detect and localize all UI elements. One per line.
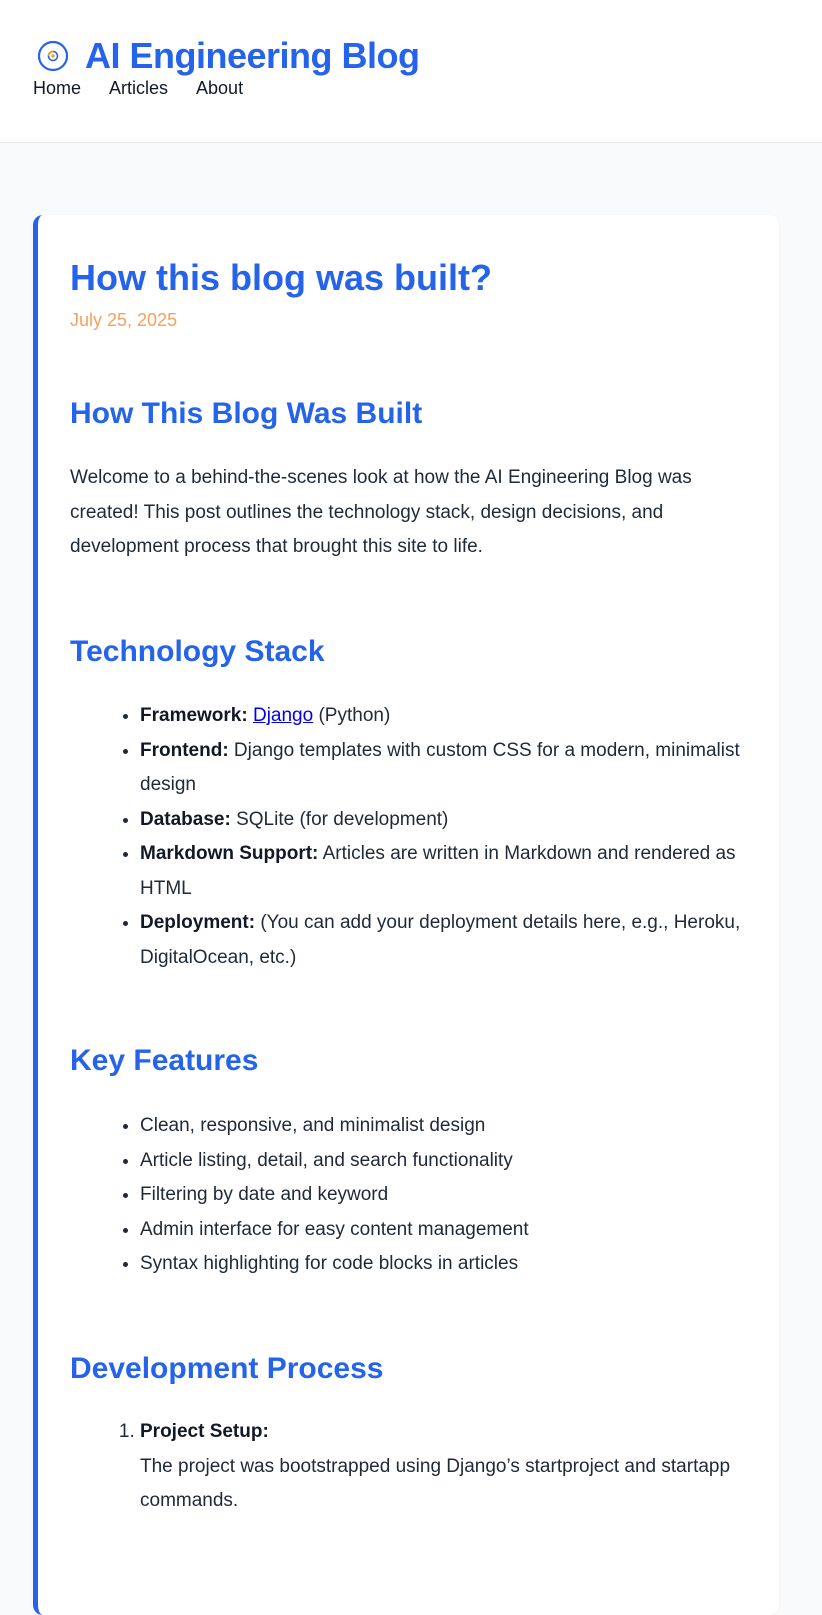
article-card: How this blog was built? July 25, 2025 H… bbox=[33, 215, 779, 1615]
item-label: Project Setup: bbox=[140, 1421, 269, 1442]
blog-logo-icon bbox=[37, 40, 69, 72]
main-nav: Home Articles About bbox=[33, 77, 271, 99]
list-item: Clean, responsive, and minimalist design bbox=[140, 1109, 750, 1144]
nav-link-articles[interactable]: Articles bbox=[109, 77, 168, 99]
tech-stack-list: Framework: Django (Python) Frontend: Dja… bbox=[70, 699, 750, 975]
list-item: Frontend: Django templates with custom C… bbox=[140, 734, 750, 803]
intro-paragraph: Welcome to a behind-the-scenes look at h… bbox=[70, 467, 692, 557]
list-item: Deployment: (You can add your deployment… bbox=[140, 906, 750, 975]
site-header: AI Engineering Blog Home Articles About bbox=[0, 0, 822, 143]
django-link[interactable]: Django bbox=[253, 705, 313, 726]
list-item: Markdown Support: Articles are written i… bbox=[140, 837, 750, 906]
article-title: How this blog was built? bbox=[70, 257, 492, 298]
nav-link-home[interactable]: Home bbox=[33, 77, 81, 99]
item-text: (Python) bbox=[313, 705, 391, 726]
nav-link-about[interactable]: About bbox=[196, 77, 243, 99]
item-text: SQLite (for development) bbox=[230, 808, 449, 830]
brand[interactable]: AI Engineering Blog bbox=[36, 36, 420, 76]
item-label: Deployment: bbox=[140, 912, 256, 933]
article-date: July 25, 2025 bbox=[70, 310, 178, 330]
item-label: Database: bbox=[140, 808, 231, 830]
heading-key-features: Key Features bbox=[70, 1044, 259, 1077]
list-item: Filtering by date and keyword bbox=[140, 1178, 750, 1213]
heading-technology-stack: Technology Stack bbox=[70, 635, 325, 668]
list-item: Syntax highlighting for code blocks in a… bbox=[140, 1247, 750, 1282]
list-item: Project Setup: The project was bootstrapp… bbox=[140, 1415, 750, 1519]
item-text: The project was bootstrapped using Djang… bbox=[140, 1455, 731, 1512]
list-item: Database: SQLite (for development) bbox=[140, 803, 750, 838]
item-label: Framework: bbox=[140, 705, 248, 726]
site-title[interactable]: AI Engineering Blog bbox=[85, 36, 420, 76]
list-item: Framework: Django (Python) bbox=[140, 699, 750, 734]
heading-development-process: Development Process bbox=[70, 1352, 384, 1385]
item-label: Markdown Support: bbox=[140, 843, 319, 864]
item-text: Django templates with custom CSS for a m… bbox=[140, 739, 740, 796]
list-item: Article listing, detail, and search func… bbox=[140, 1144, 750, 1179]
item-label: Frontend: bbox=[140, 739, 229, 761]
features-list: Clean, responsive, and minimalist design… bbox=[70, 1109, 750, 1282]
list-item: Admin interface for easy content managem… bbox=[140, 1213, 750, 1248]
process-list: Project Setup: The project was bootstrapp… bbox=[70, 1415, 750, 1519]
heading-how-this-blog-was-built: How This Blog Was Built bbox=[70, 397, 423, 430]
